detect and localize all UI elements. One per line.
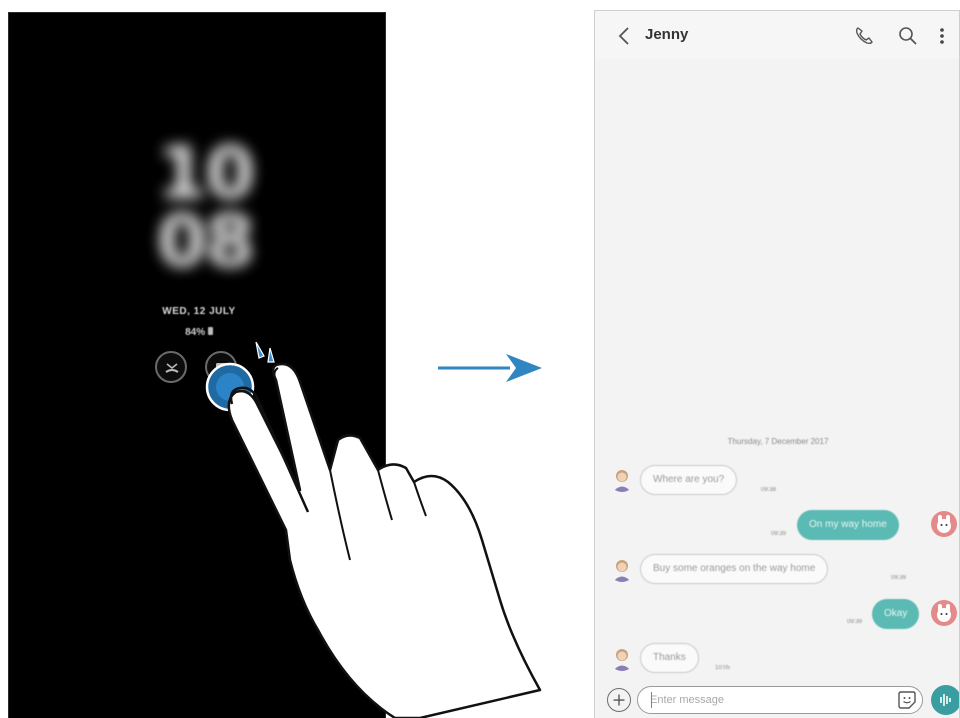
battery-icon bbox=[207, 327, 213, 335]
aod-clock: 10 08 bbox=[157, 131, 255, 283]
reject-call-icon bbox=[165, 363, 179, 373]
battery-level: 84% bbox=[185, 327, 206, 338]
more-vertical-icon[interactable] bbox=[935, 25, 949, 47]
voice-record-button[interactable] bbox=[931, 685, 959, 715]
microphone-icon bbox=[940, 694, 951, 706]
transition-arrow bbox=[438, 354, 542, 382]
illustration: 10 08 WED, 12 JULY 84% Jenny Thursday, 7… bbox=[0, 0, 960, 718]
message-icon bbox=[216, 363, 228, 372]
always-on-display-screen: 10 08 WED, 12 JULY 84% bbox=[8, 12, 386, 718]
message-time: 09:39 bbox=[771, 531, 787, 537]
app-bar: Jenny bbox=[595, 11, 959, 59]
message-bubble[interactable]: Okay bbox=[872, 599, 920, 629]
message-bubble[interactable]: Where are you? bbox=[640, 465, 738, 495]
plus-icon[interactable] bbox=[607, 688, 631, 712]
contact-avatar[interactable] bbox=[609, 645, 635, 671]
message-bubble[interactable]: Buy some oranges on the way home bbox=[640, 554, 829, 584]
contact-avatar[interactable] bbox=[609, 556, 635, 582]
date-separator: Thursday, 7 December 2017 bbox=[727, 437, 829, 446]
aod-date: WED, 12 JULY bbox=[162, 306, 236, 317]
message-input[interactable] bbox=[637, 686, 923, 714]
message-bubble[interactable]: Thanks bbox=[640, 643, 699, 673]
message-time: 09:38 bbox=[761, 487, 777, 493]
composer-bar bbox=[595, 679, 959, 718]
my-avatar bbox=[931, 511, 957, 537]
reject-call-button[interactable] bbox=[155, 351, 187, 383]
search-icon[interactable] bbox=[897, 25, 919, 47]
chevron-left-icon[interactable] bbox=[615, 25, 635, 47]
message-button[interactable] bbox=[205, 351, 237, 383]
phone-icon[interactable] bbox=[853, 25, 875, 47]
my-avatar bbox=[931, 600, 957, 626]
aod-battery: 84% bbox=[119, 327, 279, 338]
contact-name: Jenny bbox=[645, 26, 689, 43]
message-time: 09:39 bbox=[891, 575, 907, 581]
sticker-icon[interactable] bbox=[897, 690, 917, 710]
message-time: 09:39 bbox=[847, 619, 863, 625]
message-bubble[interactable]: On my way home bbox=[797, 510, 899, 540]
message-time: 10:05 bbox=[715, 665, 731, 671]
messages-screen: Jenny Thursday, 7 December 2017 Where ar… bbox=[594, 10, 960, 718]
contact-avatar[interactable] bbox=[609, 466, 635, 492]
text-cursor bbox=[651, 692, 652, 708]
